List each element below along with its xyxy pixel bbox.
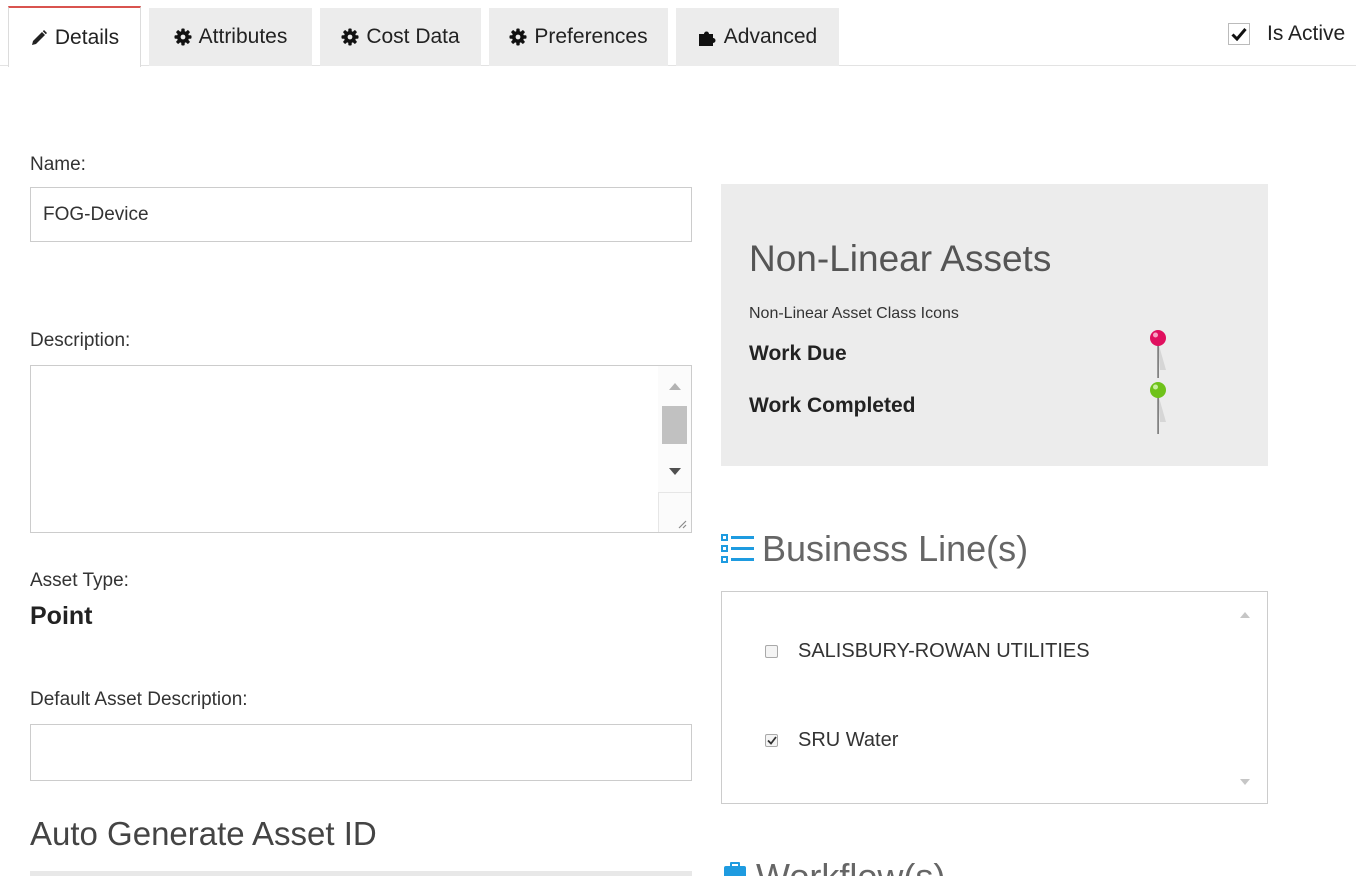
tab-advanced[interactable]: Advanced bbox=[676, 8, 839, 66]
is-active-checkbox[interactable] bbox=[1228, 23, 1250, 45]
check-icon bbox=[766, 736, 777, 745]
tab-cost-data-label: Cost Data bbox=[366, 25, 460, 48]
list-icon bbox=[721, 534, 754, 563]
business-line-checkbox[interactable] bbox=[765, 645, 778, 658]
tab-attributes[interactable]: Attributes bbox=[149, 8, 312, 66]
description-field[interactable] bbox=[30, 365, 692, 536]
tab-details[interactable]: Details bbox=[8, 6, 141, 67]
business-lines-list[interactable]: SALISBURY-ROWAN UTILITIES SRU Water bbox=[721, 591, 1268, 804]
non-linear-assets-title: Non-Linear Assets bbox=[749, 238, 1052, 279]
default-asset-description-input[interactable] bbox=[30, 724, 692, 781]
tab-details-label: Details bbox=[54, 25, 120, 49]
asset-type-value: Point bbox=[30, 602, 93, 630]
puzzle-icon bbox=[698, 31, 716, 46]
business-line-label: SALISBURY-ROWAN UTILITIES bbox=[798, 640, 1090, 662]
description-scrollbar[interactable] bbox=[658, 366, 691, 492]
gear-icon bbox=[174, 28, 192, 46]
business-line-label: SRU Water bbox=[798, 729, 899, 751]
auto-generate-panel bbox=[30, 871, 692, 876]
resize-handle[interactable] bbox=[658, 492, 691, 532]
tab-bar: Details Attributes Cost Data Preferences… bbox=[0, 0, 1356, 67]
resize-grip-icon bbox=[678, 520, 687, 529]
list-item[interactable]: SRU Water bbox=[765, 729, 898, 752]
name-input[interactable] bbox=[30, 187, 692, 242]
gear-icon bbox=[509, 28, 527, 46]
non-linear-assets-subtitle: Non-Linear Asset Class Icons bbox=[749, 305, 959, 322]
scroll-thumb[interactable] bbox=[662, 406, 687, 444]
list-item[interactable]: SALISBURY-ROWAN UTILITIES bbox=[765, 640, 1090, 663]
scroll-down-arrow-icon[interactable] bbox=[1240, 779, 1250, 785]
scroll-up-arrow-icon[interactable] bbox=[669, 383, 681, 390]
description-input[interactable] bbox=[31, 366, 663, 536]
clipboard-icon bbox=[724, 862, 746, 876]
scroll-down-arrow-icon[interactable] bbox=[669, 468, 681, 475]
name-label: Name: bbox=[30, 154, 86, 175]
tab-preferences-label: Preferences bbox=[534, 25, 648, 48]
green-pin-icon bbox=[1150, 382, 1166, 434]
description-label: Description: bbox=[30, 330, 131, 351]
work-due-label: Work Due bbox=[749, 342, 847, 365]
workflows-header: Workflow(s) bbox=[720, 856, 945, 876]
workflows-title: Workflow(s) bbox=[756, 856, 945, 876]
work-completed-label: Work Completed bbox=[749, 394, 916, 417]
pink-pin-icon bbox=[1150, 330, 1166, 378]
scroll-up-arrow-icon[interactable] bbox=[1240, 612, 1250, 618]
asset-type-label: Asset Type: bbox=[30, 570, 129, 591]
check-icon bbox=[1231, 28, 1247, 41]
auto-generate-heading: Auto Generate Asset ID bbox=[30, 815, 377, 852]
is-active-toggle[interactable]: Is Active bbox=[1228, 22, 1345, 46]
tab-cost-data[interactable]: Cost Data bbox=[320, 8, 481, 66]
gear-icon bbox=[341, 28, 359, 46]
business-lines-title: Business Line(s) bbox=[762, 528, 1029, 569]
business-line-checkbox[interactable] bbox=[765, 734, 778, 747]
tab-attributes-label: Attributes bbox=[198, 25, 288, 48]
non-linear-assets-panel: Non-Linear Assets Non-Linear Asset Class… bbox=[721, 184, 1268, 466]
tab-preferences[interactable]: Preferences bbox=[489, 8, 668, 66]
default-asset-description-label: Default Asset Description: bbox=[30, 689, 248, 710]
business-lines-header: Business Line(s) bbox=[720, 528, 1028, 570]
is-active-label: Is Active bbox=[1267, 22, 1346, 45]
pencil-icon bbox=[31, 29, 47, 45]
tab-advanced-label: Advanced bbox=[723, 25, 818, 48]
